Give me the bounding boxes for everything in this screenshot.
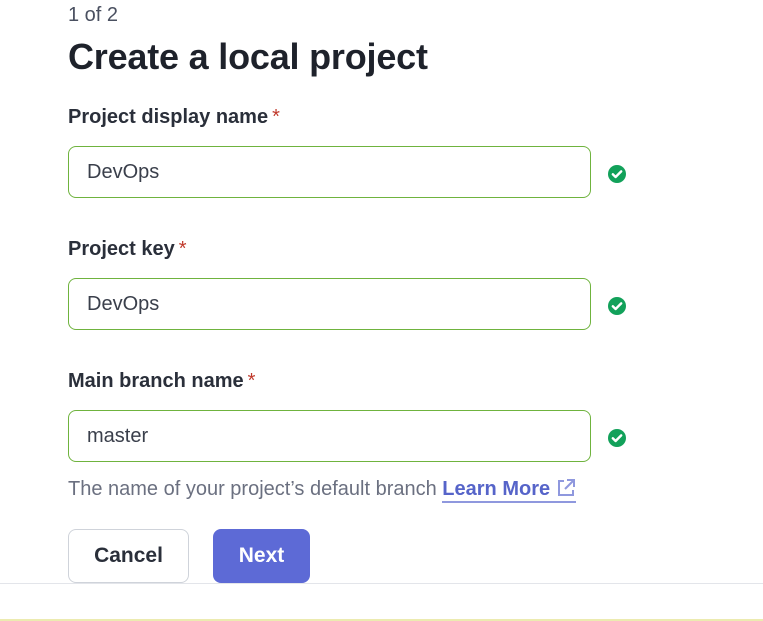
external-link-icon (558, 479, 576, 496)
project-key-input[interactable] (68, 278, 591, 330)
check-circle-icon (608, 297, 626, 315)
required-marker: * (272, 106, 280, 128)
display-name-input[interactable] (68, 146, 591, 198)
required-marker: * (247, 370, 256, 392)
display-name-label: Project display name * (68, 106, 280, 129)
cancel-button[interactable]: Cancel (68, 529, 189, 583)
check-circle-icon (608, 429, 626, 447)
page-title: Create a local project (68, 36, 428, 77)
main-branch-help: The name of your project’s default branc… (68, 478, 577, 503)
create-project-page: 1 of 2 Create a local project Project di… (0, 0, 763, 621)
check-circle-icon (608, 165, 626, 183)
main-branch-label-text: Main branch name (68, 370, 244, 392)
footer-divider (0, 583, 763, 584)
next-button[interactable]: Next (213, 529, 310, 583)
main-branch-label: Main branch name * (68, 370, 255, 393)
learn-more-link-text: Learn More (442, 478, 551, 500)
wizard-step-indicator: 1 of 2 (68, 4, 119, 26)
main-branch-help-text: The name of your project’s default branc… (68, 478, 437, 500)
learn-more-link[interactable]: Learn More (442, 478, 577, 503)
project-key-label-text: Project key (68, 238, 175, 260)
display-name-label-text: Project display name (68, 106, 269, 128)
required-marker: * (178, 238, 187, 260)
main-branch-input[interactable] (68, 410, 591, 462)
project-key-label: Project key * (68, 238, 187, 261)
